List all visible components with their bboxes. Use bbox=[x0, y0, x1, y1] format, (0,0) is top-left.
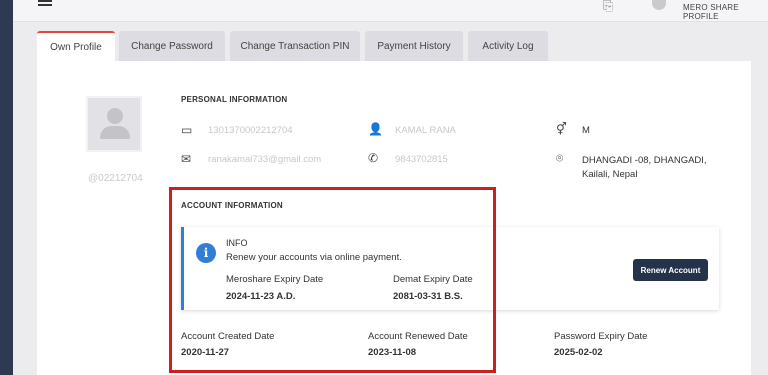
tab-payment-history[interactable]: Payment History bbox=[365, 31, 463, 61]
email-value: ranakamal733@gmail.com bbox=[208, 154, 322, 165]
password-expiry-value: 2025-02-02 bbox=[554, 347, 603, 358]
tab-change-password[interactable]: Change Password bbox=[119, 31, 225, 61]
tab-own-profile[interactable]: Own Profile bbox=[37, 31, 115, 61]
top-header: ⎘ MERO SHARE PROFILE bbox=[13, 0, 768, 22]
profile-picture bbox=[86, 96, 142, 152]
gender-icon: ⚥ bbox=[556, 122, 567, 136]
id-card-icon: ▭ bbox=[181, 123, 193, 137]
boid-value: 1301370002212704 bbox=[208, 125, 293, 136]
password-expiry-label: Password Expiry Date bbox=[554, 331, 648, 342]
profile-id: @02212704 bbox=[88, 173, 143, 184]
user-label[interactable]: MERO SHARE PROFILE bbox=[683, 3, 768, 21]
highlight-box bbox=[169, 187, 496, 373]
user-icon: 👤 bbox=[368, 122, 383, 136]
phone-value: 9843702815 bbox=[395, 154, 448, 165]
menu-icon[interactable] bbox=[38, 0, 52, 6]
location-icon: ⌾ bbox=[556, 151, 564, 165]
sidebar-strip bbox=[0, 0, 13, 375]
phone-icon: ✆ bbox=[368, 151, 379, 165]
tab-change-transaction-pin[interactable]: Change Transaction PIN bbox=[230, 31, 360, 61]
renew-account-button[interactable]: Renew Account bbox=[633, 259, 708, 281]
logout-icon[interactable]: ⎘ bbox=[603, 0, 613, 14]
mail-icon: ✉ bbox=[181, 152, 192, 166]
gender-value: M bbox=[582, 125, 590, 136]
avatar[interactable] bbox=[652, 0, 666, 10]
tab-activity-log[interactable]: Activity Log bbox=[468, 31, 548, 61]
address-value: DHANGADI -08, DHANGADI, Kailali, Nepal bbox=[582, 155, 707, 180]
personal-info-title: PERSONAL INFORMATION bbox=[181, 95, 288, 104]
name-value: KAMAL RANA bbox=[395, 125, 456, 136]
